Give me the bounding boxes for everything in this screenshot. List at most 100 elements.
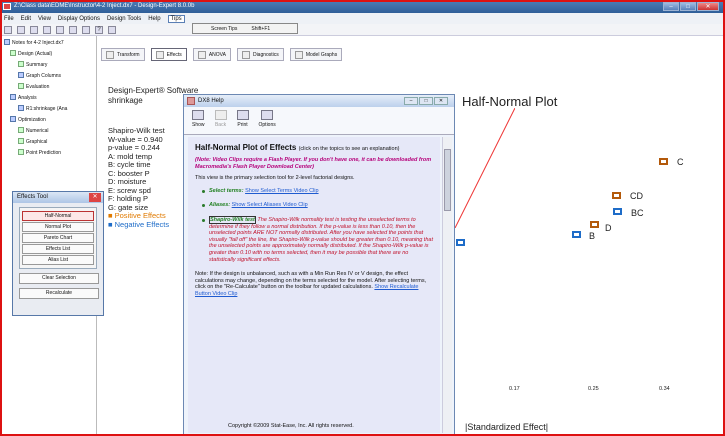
view-options-group: Half-Normal Normal Plot Pareto Chart Eff… [19, 207, 97, 269]
tab-anova[interactable]: ANOVA [192, 48, 231, 61]
menu-design-tools[interactable]: Design Tools [107, 16, 141, 22]
recalculate-button[interactable]: Recalculate [19, 288, 99, 299]
notes-icon [4, 39, 10, 45]
select-aliases-video-link[interactable]: Show Select Aliases Video Clip [232, 202, 308, 208]
tips-dropdown: Screen Tips Shift+F1 [192, 23, 298, 34]
tree-node-point-prediction[interactable]: Point Prediction [4, 148, 94, 159]
help-back-button[interactable]: Back [214, 110, 227, 131]
print-icon [236, 110, 249, 120]
tree-node-optimization[interactable]: Optimization [4, 115, 94, 126]
pareto-chart-button[interactable]: Pareto Chart [22, 233, 94, 243]
tree-node-notes[interactable]: Notes for 4-2 Inject.dx7 [4, 38, 94, 49]
numerical-icon [18, 127, 24, 133]
paste-icon[interactable] [69, 25, 77, 34]
close-icon[interactable]: ✕ [89, 193, 101, 202]
minimize-button[interactable]: – [663, 2, 679, 11]
effects-tool-titlebar[interactable]: Effects Tool ✕ [13, 192, 103, 203]
alias-list-button[interactable]: Alias List [22, 255, 94, 265]
menu-edit[interactable]: Edit [21, 16, 31, 22]
effects-list-button[interactable]: Effects List [22, 244, 94, 254]
help-show-button[interactable]: Show [192, 110, 205, 131]
maximize-button[interactable]: □ [680, 2, 696, 11]
tree-node-shrinkage[interactable]: R1:shrinkage (Ana [4, 104, 94, 115]
tree-node-numerical[interactable]: Numerical [4, 126, 94, 137]
response-icon [18, 105, 24, 111]
tab-model-graphs[interactable]: Model Graphs [289, 48, 343, 61]
effect-point-c[interactable] [659, 158, 668, 165]
effects-icon [155, 50, 164, 59]
point-label-d: D [605, 223, 612, 233]
tree-node-evaluation[interactable]: Evaluation [4, 82, 94, 93]
effect-point-d[interactable] [590, 221, 599, 228]
summary-icon [18, 61, 24, 67]
anova-icon [197, 50, 206, 59]
effect-point[interactable] [456, 239, 465, 246]
tab-diagnostics[interactable]: Diagnostics [236, 48, 284, 61]
analysis-tabs: Transform Effects ANOVA Diagnostics Mode… [97, 46, 725, 63]
clear-selection-button[interactable]: Clear Selection [19, 273, 99, 284]
x-tick-label: 0.34 [659, 386, 670, 392]
tree-node-graphical[interactable]: Graphical [4, 137, 94, 148]
help-options-button[interactable]: Options [259, 110, 276, 131]
design-icon [10, 50, 16, 56]
analysis-icon [10, 94, 16, 100]
tree-node-summary[interactable]: Summary [4, 60, 94, 71]
tips-shortcut: Shift+F1 [251, 25, 271, 32]
help-window: DX8 Help – □ ✕ Show Back Print Options H… [183, 94, 455, 436]
help-intro: This view is the primary selection tool … [195, 175, 355, 182]
diagnostics-icon [241, 50, 250, 59]
effect-point-cd[interactable] [612, 192, 621, 199]
options-icon [261, 110, 274, 120]
tab-effects[interactable]: Effects [150, 48, 187, 61]
new-file-icon[interactable] [4, 25, 12, 34]
plot-title: Half-Normal Plot [462, 94, 558, 109]
tree-node-graph-columns[interactable]: Graph Columns [4, 71, 94, 82]
menu-display-options[interactable]: Display Options [58, 16, 100, 22]
help-maximize-button[interactable]: □ [419, 97, 433, 105]
stats-legend: Shapiro-Wilk test W-value = 0.940 p-valu… [108, 126, 169, 229]
response-label: shrinkage [108, 96, 143, 105]
save-icon[interactable] [30, 25, 38, 34]
x-axis-title: |Standardized Effect| [465, 422, 549, 432]
help-print-button[interactable]: Print [236, 110, 249, 131]
tab-transform[interactable]: Transform [101, 48, 145, 61]
help-minimize-button[interactable]: – [404, 97, 418, 105]
x-tick-label: 0.17 [509, 386, 520, 392]
evaluation-icon [18, 83, 24, 89]
recalculate-icon[interactable] [108, 25, 116, 34]
menu-bar: File Edit View Display Options Design To… [0, 13, 725, 24]
help-note-unbalanced: Note: If the design is unbalanced, such … [195, 271, 427, 297]
effect-point-b[interactable] [572, 231, 581, 238]
main-toolbar: ? [0, 24, 725, 36]
menu-view[interactable]: View [38, 16, 51, 22]
menu-tips[interactable]: Tips [167, 14, 185, 23]
back-arrow-icon [214, 110, 227, 120]
help-item-select-terms: Select terms: Show Select Terms Video Cl… [195, 188, 433, 195]
tips-screen-tips[interactable]: Screen Tips [211, 26, 237, 32]
half-normal-button[interactable]: Half-Normal [22, 211, 94, 221]
window-titlebar: Z:\Class data\EDME\Instructor\4-2 Inject… [0, 0, 725, 13]
x-tick-label: 0.25 [588, 386, 599, 392]
tree-node-analysis[interactable]: Analysis [4, 93, 94, 104]
help-app-icon [187, 97, 195, 105]
normal-plot-button[interactable]: Normal Plot [22, 222, 94, 232]
select-terms-video-link[interactable]: Show Select Terms Video Clip [245, 188, 318, 194]
help-content: Half-Normal Plot of Effects (click on th… [188, 137, 440, 433]
window-title: Z:\Class data\EDME\Instructor\4-2 Inject… [14, 3, 195, 9]
help-scrollbar[interactable] [442, 137, 452, 433]
menu-file[interactable]: File [4, 16, 14, 22]
help-close-button[interactable]: ✕ [434, 97, 448, 105]
graphical-icon [18, 138, 24, 144]
help-icon[interactable]: ? [95, 25, 103, 34]
menu-help[interactable]: Help [148, 16, 160, 22]
tree-node-design[interactable]: Design (Actual) [4, 49, 94, 60]
cut-icon[interactable] [43, 25, 51, 34]
point-prediction-icon [18, 149, 24, 155]
close-button[interactable]: ✕ [697, 2, 719, 11]
help-titlebar[interactable]: DX8 Help – □ ✕ [184, 95, 454, 107]
copy-icon[interactable] [56, 25, 64, 34]
open-file-icon[interactable] [17, 25, 25, 34]
scrollbar-thumb[interactable] [444, 149, 451, 211]
effect-point-bc[interactable] [613, 208, 622, 215]
print-icon[interactable] [82, 25, 90, 34]
